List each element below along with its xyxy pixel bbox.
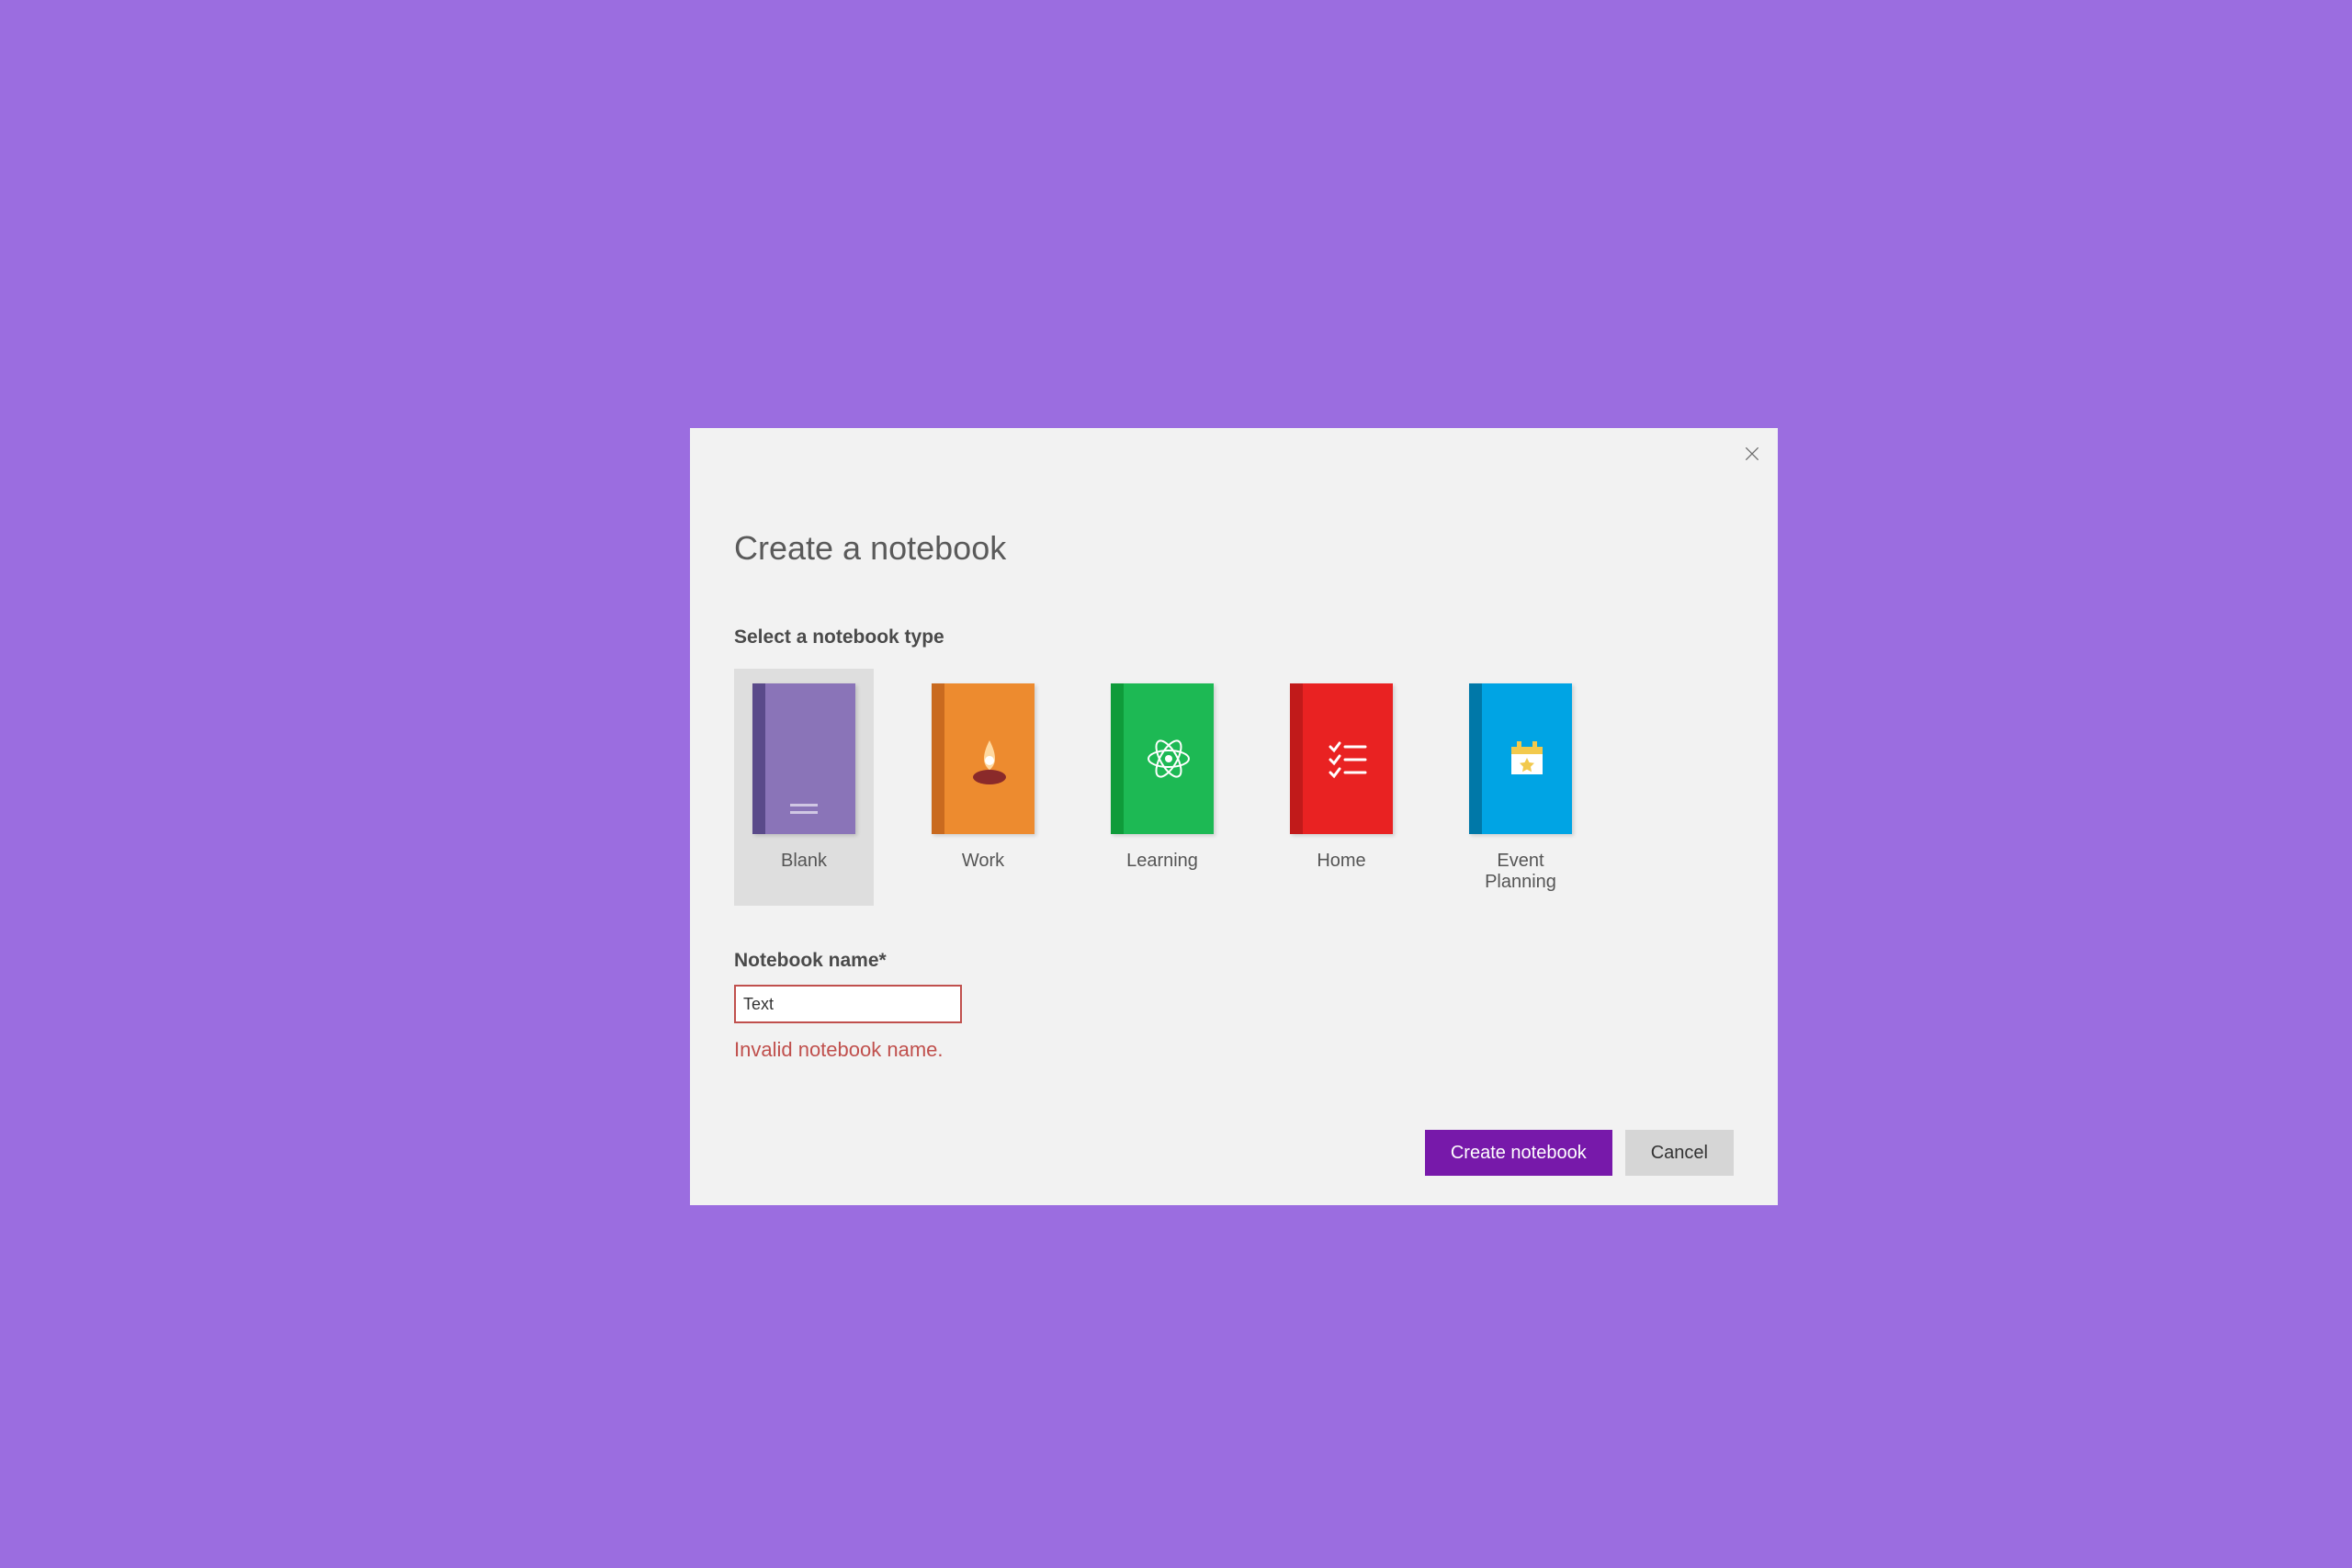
close-icon	[1743, 445, 1761, 463]
notebook-icon-blank	[752, 683, 855, 834]
notebook-icon-work	[932, 683, 1035, 834]
template-home[interactable]: Home	[1272, 669, 1411, 906]
template-label: Work	[962, 851, 1004, 872]
template-label: Learning	[1126, 851, 1198, 872]
flame-icon	[967, 731, 1012, 786]
template-event-planning[interactable]: Event Planning	[1451, 669, 1590, 906]
template-label: Blank	[781, 851, 827, 872]
checklist-icon	[1325, 736, 1371, 782]
atom-icon	[1144, 734, 1193, 784]
calendar-star-icon	[1504, 736, 1550, 782]
cancel-button[interactable]: Cancel	[1625, 1130, 1734, 1176]
notebook-name-label: Notebook name*	[734, 950, 1734, 972]
template-label: Home	[1317, 851, 1365, 872]
dialog-title: Create a notebook	[734, 529, 1734, 568]
create-notebook-dialog: Create a notebook Select a notebook type…	[690, 428, 1778, 1205]
create-notebook-button[interactable]: Create notebook	[1425, 1130, 1612, 1176]
notebook-name-input[interactable]	[734, 985, 962, 1023]
notebook-icon-event	[1469, 683, 1572, 834]
template-blank[interactable]: Blank	[734, 669, 874, 906]
error-message: Invalid notebook name.	[734, 1038, 1734, 1062]
button-row: Create notebook Cancel	[1425, 1130, 1734, 1176]
notebook-icon-home	[1290, 683, 1393, 834]
template-row: Blank Work	[734, 669, 1734, 906]
notebook-icon-learning	[1111, 683, 1214, 834]
select-type-label: Select a notebook type	[734, 626, 1734, 649]
template-work[interactable]: Work	[913, 669, 1053, 906]
close-button[interactable]	[1739, 441, 1765, 467]
template-label: Event Planning	[1462, 851, 1579, 893]
template-learning[interactable]: Learning	[1092, 669, 1232, 906]
